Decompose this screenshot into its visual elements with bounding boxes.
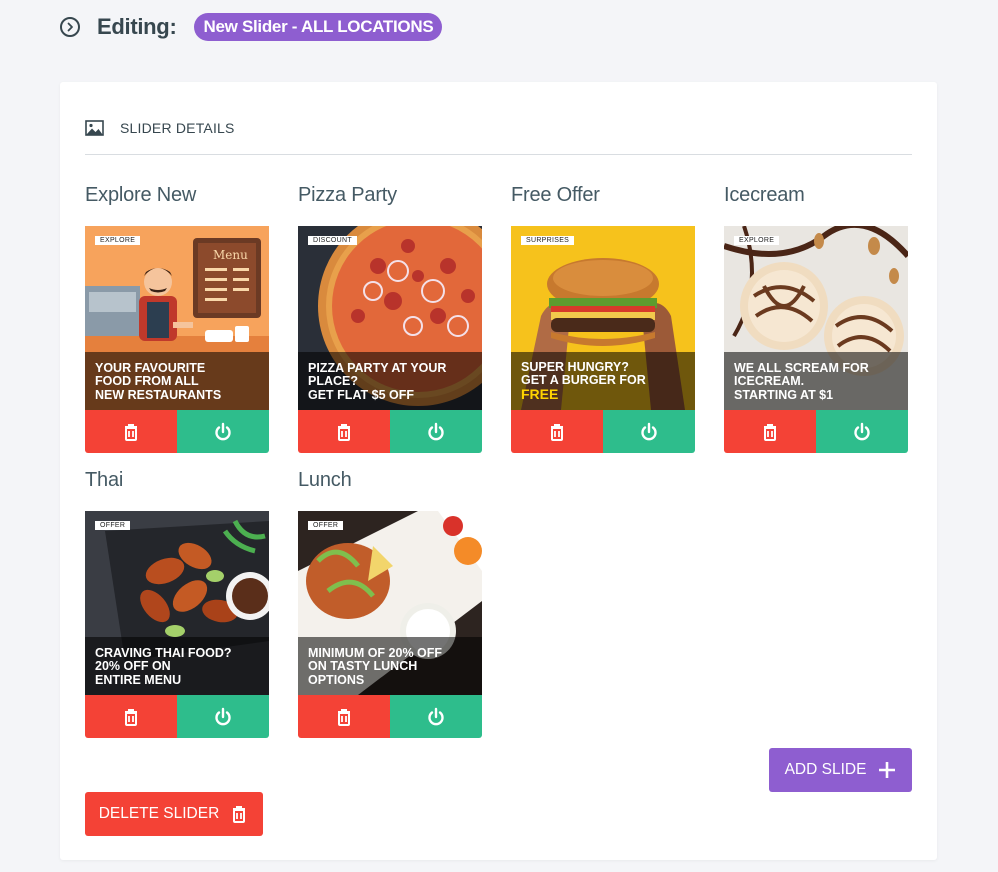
power-icon [428,422,444,440]
power-icon [428,707,444,725]
toggle-slide-button[interactable] [603,410,695,453]
delete-slide-button[interactable] [298,410,390,453]
slide-name: Pizza Party [298,184,397,206]
delete-slide-button[interactable] [85,410,177,453]
slide-name: Thai [85,469,124,491]
page-header: Editing: New Slider - ALL LOCATIONS [60,12,443,42]
trash-icon [338,708,350,726]
slide-image[interactable]: OFFER MINIMUM OF 20% OFF ON TASTY LUNCH … [298,511,482,695]
slide-name: Explore New [85,184,197,206]
delete-slide-button[interactable] [85,695,177,738]
toggle-slide-button[interactable] [390,695,482,738]
delete-slider-button[interactable]: DELETE SLIDER [85,792,263,836]
trash-icon [338,423,350,441]
slide-caption: MINIMUM OF 20% OFF ON TASTY LUNCH OPTION… [308,645,443,687]
slide-actions [724,410,908,453]
slider-name-badge: New Slider - ALL LOCATIONS [194,13,443,41]
add-slide-button[interactable]: ADD SLIDE [769,748,912,792]
add-slide-label: ADD SLIDE [784,761,867,778]
slide-name: Free Offer [511,184,600,206]
image-icon [85,120,104,136]
slide-caption: PIZZA PARTY AT YOUR PLACE? GET FLAT $5 O… [308,360,447,402]
svg-text:Menu: Menu [213,248,248,262]
trash-icon [764,423,776,441]
delete-slide-button[interactable] [724,410,816,453]
toggle-slide-button[interactable] [816,410,908,453]
slide-card: Lunch OFFER MINIMUM OF 20% OFF ON TASTY … [298,469,482,738]
section-header: SLIDER DETAILS [85,120,235,136]
slide-caption: YOUR FAVOURITE FOOD FROM ALL NEW RESTAUR… [95,360,222,402]
trash-icon [125,423,137,441]
slide-card: Icecream EXPLORE WE ALL SCREAM FOR ICECR… [724,184,908,453]
delete-slide-button[interactable] [511,410,603,453]
slide-image[interactable]: SURPRISES SUPER HUNGRY? GET A BURGER FOR… [511,226,695,410]
slide-tag: SURPRISES [521,236,575,245]
trash-icon [551,423,563,441]
slide-image[interactable]: Menu EXPLORE YOUR FAVOURITE FOOD FROM AL… [85,226,269,410]
chevron-circle-right-icon[interactable] [60,17,80,37]
slide-image[interactable]: OFFER CRAVING THAI FOOD? 20% OFF ON ENTI… [85,511,269,695]
slide-name: Icecream [724,184,805,206]
slide-tag: EXPLORE [734,236,780,245]
slide-card: Pizza Party DISCOUNT PIZZA PARTY AT YOUR… [298,184,482,453]
toggle-slide-button[interactable] [177,410,269,453]
power-icon [215,422,231,440]
trash-icon [233,806,246,823]
slide-actions [85,410,269,453]
slide-name: Lunch [298,469,352,491]
toggle-slide-button[interactable] [177,695,269,738]
slide-card: Thai OFFER CRAVING THAI FOOD? 20% OFF ON… [85,469,269,738]
slide-card: Free Offer SURPRISES SUPER HUNGRY? GET A… [511,184,695,453]
trash-icon [125,708,137,726]
delete-slide-button[interactable] [298,695,390,738]
section-label: SLIDER DETAILS [120,120,235,136]
power-icon [854,422,870,440]
slide-actions [298,410,482,453]
slide-caption-highlight: FREE [521,385,559,402]
slider-details-panel: SLIDER DETAILS Explore New Menu EXPLORE … [60,82,937,860]
slide-tag: OFFER [95,521,131,530]
delete-slider-label: DELETE SLIDER [98,805,220,822]
slide-tag: EXPLORE [95,236,141,245]
slide-actions [85,695,269,738]
slide-caption: SUPER HUNGRY? GET A BURGER FOR FREE [521,359,646,402]
page-title: Editing: [97,14,177,39]
power-icon [641,422,657,440]
slide-caption: WE ALL SCREAM FOR ICECREAM. STARTING AT … [734,360,869,402]
section-divider [85,154,912,155]
plus-icon [879,762,896,778]
slide-tag: DISCOUNT [308,236,357,245]
slide-card: Explore New Menu EXPLORE YOUR FAVOURITE … [85,184,269,453]
power-icon [215,707,231,725]
toggle-slide-button[interactable] [390,410,482,453]
slide-tag: OFFER [308,521,344,530]
slide-actions [511,410,695,453]
slide-actions [298,695,482,738]
slide-image[interactable]: EXPLORE WE ALL SCREAM FOR ICECREAM. STAR… [724,226,908,410]
slide-caption: CRAVING THAI FOOD? 20% OFF ON ENTIRE MEN… [95,645,232,687]
slide-image[interactable]: DISCOUNT PIZZA PARTY AT YOUR PLACE? GET … [298,226,482,410]
